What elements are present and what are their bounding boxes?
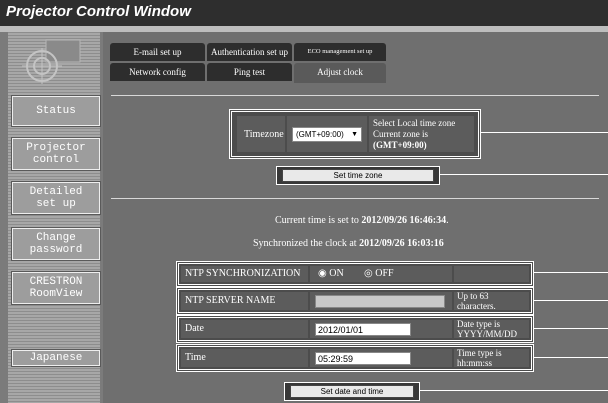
ntp-sync-label: NTP SYNCHRONIZATION [185,268,301,279]
timezone-label: Timezone [244,129,284,140]
sidebar-item-detailed-setup[interactable]: Detailed set up [12,182,100,214]
radio-unselected-icon: ◎ [364,268,373,279]
callout-line-7 [420,390,608,391]
date-hint: Date type is YYYY/MM/DD [457,319,518,339]
projector-control-window: Projector Control Window Status Projecto… [0,0,608,403]
time-hint: Time type is hh:mm:ss [457,348,502,368]
sync-time-value: 2012/09/26 16:03:16 [359,238,444,249]
divider-top [111,95,599,96]
time-input[interactable]: 05:29:59 [315,352,411,365]
tab-adjust-clock[interactable]: Adjust clock [294,63,386,83]
set-time-zone-button[interactable]: Set time zone [282,169,434,182]
date-row: Date 2012/01/01 Date type is YYYY/MM/DD [178,317,532,341]
callout-line-4 [534,300,608,301]
sync-time-prefix: Synchronized the clock at [253,238,357,249]
title-bar: Projector Control Window [0,0,608,26]
date-input[interactable]: 2012/01/01 [315,323,411,336]
callout-line-1 [481,132,608,133]
ntp-off-label: OFF [375,268,394,279]
current-time-value: 2012/09/26 16:46:34 [361,215,447,226]
set-date-time-button[interactable]: Set date and time [290,385,414,398]
set-date-time-frame: Set date and time [284,382,420,401]
timezone-select[interactable]: (GMT+09:00) ▼ [292,127,362,142]
current-time-prefix: Current time is set to [275,215,359,226]
current-time-suffix: . [446,215,449,226]
timezone-selected-value: (GMT+09:00) [296,130,344,139]
window-title: Projector Control Window [6,3,191,20]
tab-eco-management-setup[interactable]: ECO management set up [294,43,386,61]
timezone-info-line1: Select Local time zone [373,118,456,128]
ntp-on-label: ON [329,268,344,279]
sidebar-item-status[interactable]: Status [12,96,100,126]
current-zone-value: (GMT+09:00) [373,140,427,150]
sidebar: Status Projector control Detailed set up… [8,32,100,403]
ntp-server-hint: Up to 63 characters. [457,291,496,311]
tab-network-config[interactable]: Network config [110,63,205,81]
ntp-on-radio[interactable]: ◉ ON [318,268,344,279]
set-time-zone-frame: Set time zone [276,166,440,185]
divider-middle [111,198,599,199]
chevron-down-icon: ▼ [351,131,358,138]
time-row: Time 05:29:59 Time type is hh:mm:ss [178,346,532,370]
date-label: Date [185,323,204,334]
callout-line-3 [534,272,608,273]
timezone-panel: Timezone (GMT+09:00) ▼ Select Local time… [231,111,479,157]
ntp-server-row: NTP SERVER NAME Up to 63 characters. [178,289,532,313]
projector-logo-icon [22,39,81,84]
sidebar-item-projector-control[interactable]: Projector control [12,138,100,170]
sync-time-line: Synchronized the clock at 2012/09/26 16:… [253,238,444,249]
ntp-server-input[interactable] [315,295,445,308]
timezone-info-line2: Current zone is [373,129,428,139]
callout-line-2 [440,174,608,175]
tab-authentication-setup[interactable]: Authentication set up [207,43,292,61]
ntp-sync-row: NTP SYNCHRONIZATION ◉ ON ◎ OFF [178,263,532,285]
sidebar-item-japanese[interactable]: Japanese [12,350,100,366]
tab-ping-test[interactable]: Ping test [207,63,292,81]
radio-selected-icon: ◉ [318,268,327,279]
ntp-server-label: NTP SERVER NAME [185,295,276,306]
callout-line-6 [534,357,608,358]
current-time-line: Current time is set to 2012/09/26 16:46:… [275,215,449,226]
time-label: Time [185,352,206,363]
ntp-off-radio[interactable]: ◎ OFF [364,268,394,279]
main-panel: E-mail set up Authentication set up ECO … [103,32,608,403]
tab-email-setup[interactable]: E-mail set up [110,43,205,61]
callout-line-5 [534,328,608,329]
sidebar-item-change-password[interactable]: Change password [12,228,100,260]
sidebar-item-crestron-roomview[interactable]: CRESTRON RoomView [12,272,100,304]
